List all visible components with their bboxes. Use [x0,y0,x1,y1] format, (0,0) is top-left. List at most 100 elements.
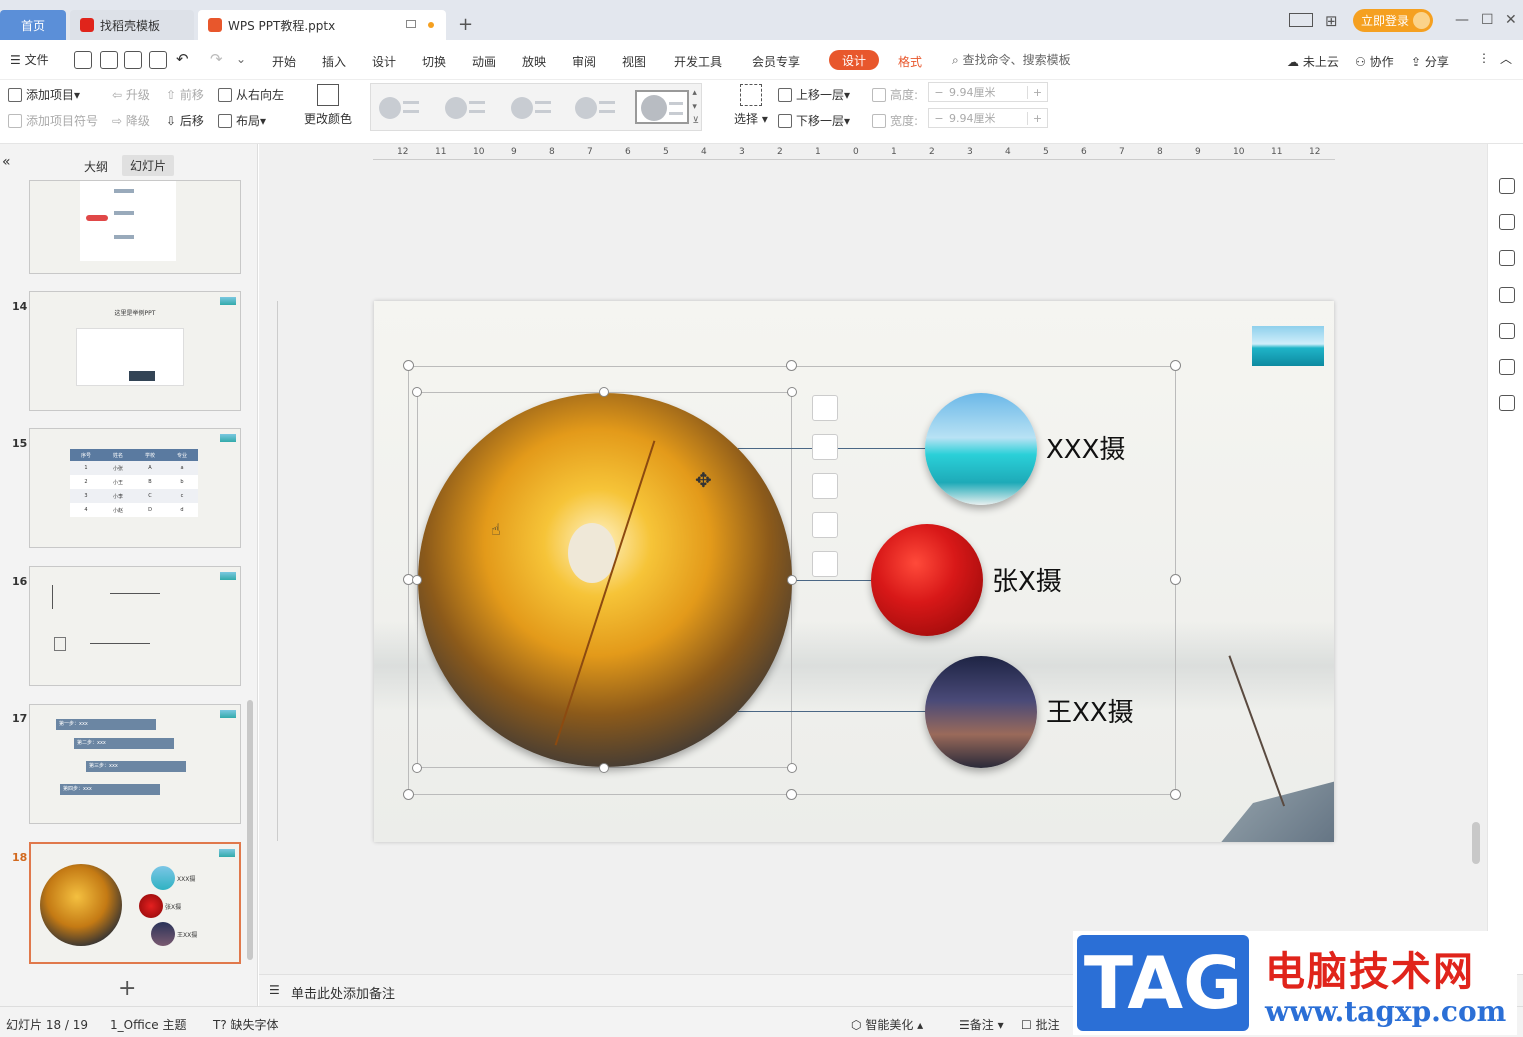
menu-developer[interactable]: 开发工具 [674,53,722,70]
menu-view[interactable]: 视图 [622,53,646,70]
slide-thumbnail-14[interactable]: 这里是举例PPT [29,291,241,411]
resize-handle[interactable] [403,789,414,800]
book-icon[interactable] [1499,395,1515,411]
move-up-button[interactable]: ⇧ 前移 [166,86,204,103]
menu-review[interactable]: 审阅 [572,53,596,70]
caption-1[interactable]: XXX摄 [1046,429,1125,466]
promote-button[interactable]: ⇦ 升级 [112,86,150,103]
shape-handle[interactable] [412,575,422,585]
style-option-2[interactable] [441,90,495,124]
gallery-scroll[interactable]: ▴ ▾ ⊻ [692,86,699,128]
save-icon[interactable] [74,51,92,69]
print-icon[interactable] [124,51,142,69]
tab-smartart-design[interactable]: 设计 [829,50,879,70]
minimize-icon[interactable]: — [1455,12,1469,28]
caption-2[interactable]: 张X摄 [992,561,1062,598]
redo-icon[interactable]: ↷ [210,50,223,68]
slide-thumbnail-18[interactable]: XXX摄 张X摄 王XX摄 [29,842,241,964]
maximize-icon[interactable]: ☐ [1481,12,1494,28]
shape-handle[interactable] [787,387,797,397]
slide-thumbnail-13[interactable] [29,180,241,274]
share-button[interactable]: ⇪ 分享 [1411,53,1449,70]
shape-handle[interactable] [412,763,422,773]
shape-handle[interactable] [412,387,422,397]
shape-handle[interactable] [787,763,797,773]
star-icon[interactable] [1499,250,1515,266]
red-silk-photo[interactable] [871,524,983,636]
collapse-ribbon-icon[interactable]: ︿ [1500,50,1512,67]
smartart-style-icon[interactable] [812,473,838,499]
style-option-1[interactable] [375,90,429,124]
resize-handle[interactable] [403,360,414,371]
theme-name[interactable]: 1_Office 主题 [110,1016,186,1033]
new-tab-plus-icon[interactable]: + [458,14,473,35]
quick-more-icon[interactable]: ⌄ [236,52,246,66]
menu-member[interactable]: 会员专享 [752,53,800,70]
add-shape-icon[interactable] [812,395,838,421]
transition-icon[interactable] [1499,287,1515,303]
width-input[interactable]: −9.94厘米 + [928,108,1048,128]
move-down-button[interactable]: ⇩ 后移 [166,112,204,129]
adjust-icon[interactable] [1499,214,1515,230]
close-icon[interactable]: ✕ [1505,12,1517,28]
rtl-button[interactable]: 从右向左 [218,86,284,103]
menu-transition[interactable]: 切换 [422,53,446,70]
shape-handle[interactable] [599,387,609,397]
change-layout-icon[interactable] [812,434,838,460]
resize-handle[interactable] [1170,574,1181,585]
leaf-photo[interactable] [418,393,792,767]
resize-handle[interactable] [786,360,797,371]
layout-button[interactable]: 布局 ▾ [218,112,266,129]
plus-icon[interactable]: + [1027,111,1047,125]
plus-icon[interactable]: + [1027,85,1047,99]
tab-outline[interactable]: 大纲 [84,158,108,175]
format-brush-icon[interactable] [812,551,838,577]
demote-button[interactable]: ⇨ 降级 [112,112,150,129]
slide-thumbnail-16[interactable] [29,566,241,686]
more-icon[interactable]: ⋮ [1478,51,1490,65]
bring-forward-button[interactable]: 上移一层 ▾ [778,86,850,103]
grid-apps-icon[interactable]: ⊞ [1325,12,1338,30]
shape-handle[interactable] [599,763,609,773]
layout-icon[interactable] [1289,13,1313,27]
resize-handle[interactable] [1170,360,1181,371]
height-input[interactable]: −9.94厘米 + [928,82,1048,102]
slide-thumbnail-17[interactable]: 第一步：xxx 第二步：xxx 第三步：xxx 第四步：xxx [29,704,241,824]
menu-slideshow[interactable]: 放映 [522,53,546,70]
tab-format[interactable]: 格式 [898,53,922,70]
style-option-4[interactable] [571,90,625,124]
shape-handle[interactable] [787,575,797,585]
undo-icon[interactable]: ↶ [176,50,189,68]
collab-button[interactable]: ⚇ 协作 [1355,53,1394,70]
pane-scrollbar[interactable] [247,700,253,960]
minus-icon[interactable]: − [929,112,949,125]
rocket-icon[interactable] [1499,178,1515,194]
style-option-5[interactable] [635,90,689,124]
export-icon[interactable] [100,51,118,69]
tab-templates[interactable]: 找稻壳模板 [70,10,194,40]
menu-animation[interactable]: 动画 [472,53,496,70]
text-pane-icon[interactable] [812,512,838,538]
tab-slides[interactable]: 幻灯片 [122,155,175,176]
menu-insert[interactable]: 插入 [322,53,346,70]
tab-home[interactable]: 首页 [0,10,66,40]
preview-icon[interactable] [149,51,167,69]
login-button[interactable]: 立即登录 [1353,9,1433,32]
resize-handle[interactable] [786,789,797,800]
style-option-3[interactable] [507,90,561,124]
caption-3[interactable]: 王XX摄 [1046,692,1134,729]
file-menu[interactable]: ☰ 文件 [10,51,49,68]
change-color-button[interactable]: 更改颜色 [304,84,352,127]
canvas-scrollbar[interactable] [1472,152,1480,918]
add-item-button[interactable]: 添加项目 ▾ [8,86,80,103]
tab-document[interactable]: WPS PPT教程.pptx [198,10,446,40]
menu-design[interactable]: 设计 [372,53,396,70]
notes-toggle[interactable]: ☰备注 ▾ [959,1016,1004,1033]
scroll-thumb[interactable] [1472,822,1480,864]
cloud-status[interactable]: ☁ 未上云 [1287,53,1339,70]
select-button[interactable]: 选择 ▾ [734,84,768,127]
beautify-button[interactable]: ⬡ 智能美化 ▴ [851,1016,923,1033]
location-icon[interactable] [1499,359,1515,375]
missing-font-button[interactable]: T? 缺失字体 [213,1016,279,1033]
search-command[interactable]: ⌕ 查找命令、搜索模板 [952,51,1071,68]
